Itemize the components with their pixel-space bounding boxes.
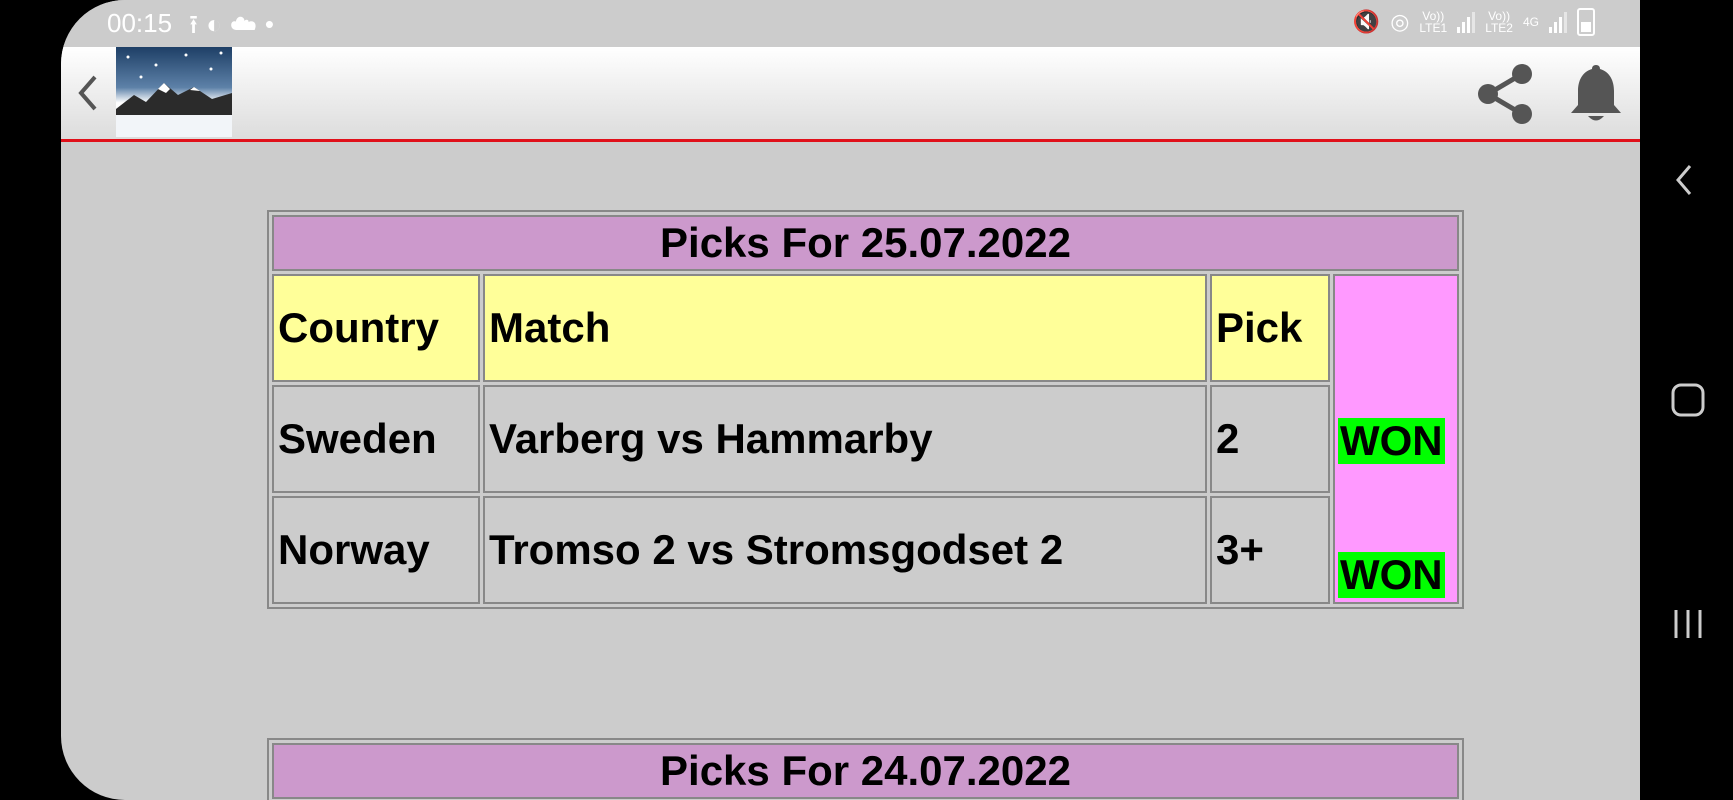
status-bar: 00:15 ⭱◐☁• 🔇 ◎ Vo)) LTE1 Vo)) LTE2 4G: [61, 0, 1640, 47]
table-row: Norway Tromso 2 vs Stromsgodset 2 3+: [272, 496, 1459, 604]
header-match: Match: [483, 274, 1207, 382]
dot-icon: •: [264, 9, 282, 39]
back-icon[interactable]: [1670, 160, 1700, 200]
hotspot-icon: ◎: [1390, 9, 1410, 34]
sim2-indicator: Vo)) LTE2: [1485, 9, 1513, 35]
picks-table: Picks For 25.07.2022 Country Match Pick …: [267, 210, 1464, 609]
table-row: Sweden Varberg vs Hammarby 2: [272, 385, 1459, 493]
cell-pick: 2: [1210, 385, 1330, 493]
app-bar: [61, 47, 1640, 142]
status-time: 00:15: [107, 8, 173, 38]
signal-icon: [1549, 11, 1567, 33]
upload-icon: ⭱: [189, 9, 207, 39]
signal-icon: [1457, 11, 1476, 33]
app-logo: [116, 47, 232, 137]
share-icon: [1478, 64, 1532, 124]
result-column: WON WON: [1333, 274, 1459, 604]
cell-pick: 3+: [1210, 496, 1330, 604]
app-screen: 00:15 ⭱◐☁• 🔇 ◎ Vo)) LTE1 Vo)) LTE2 4G Pi…: [61, 0, 1640, 800]
bell-icon: [1571, 65, 1621, 121]
result-badge: WON: [1338, 417, 1445, 464]
cell-country: Norway: [272, 496, 480, 604]
status-left-icons: ⭱◐☁•: [189, 6, 282, 50]
chevron-left-icon: [78, 75, 97, 111]
battery-icon: [1577, 8, 1595, 36]
snowy-mountain-logo: [116, 51, 232, 137]
table-title: Picks For 25.07.2022: [272, 215, 1459, 271]
picks-table: Picks For 24.07.2022: [267, 738, 1464, 800]
recents-icon[interactable]: [1670, 606, 1706, 642]
content-area: Picks For 25.07.2022 Country Match Pick …: [61, 142, 1640, 800]
header-pick: Pick: [1210, 274, 1330, 382]
status-right-icons: 🔇 ◎ Vo)) LTE1 Vo)) LTE2 4G: [1353, 8, 1595, 36]
app-icon: ☁: [229, 9, 265, 39]
network-type: 4G: [1522, 15, 1539, 29]
cell-match: Varberg vs Hammarby: [483, 385, 1207, 493]
table-title: Picks For 24.07.2022: [272, 743, 1459, 799]
sim1-indicator: Vo)) LTE1: [1419, 9, 1448, 35]
notification-button[interactable]: [1566, 61, 1626, 125]
home-icon[interactable]: [1670, 382, 1706, 418]
system-nav-bar: [1640, 0, 1733, 800]
header-country: Country: [272, 274, 480, 382]
mute-icon: 🔇: [1352, 9, 1381, 34]
app-icon: ◐: [206, 9, 230, 39]
back-button[interactable]: [69, 71, 109, 115]
share-button[interactable]: [1470, 59, 1540, 129]
cell-country: Sweden: [272, 385, 480, 493]
cell-match: Tromso 2 vs Stromsgodset 2: [483, 496, 1207, 604]
result-badge: WON: [1338, 551, 1445, 598]
